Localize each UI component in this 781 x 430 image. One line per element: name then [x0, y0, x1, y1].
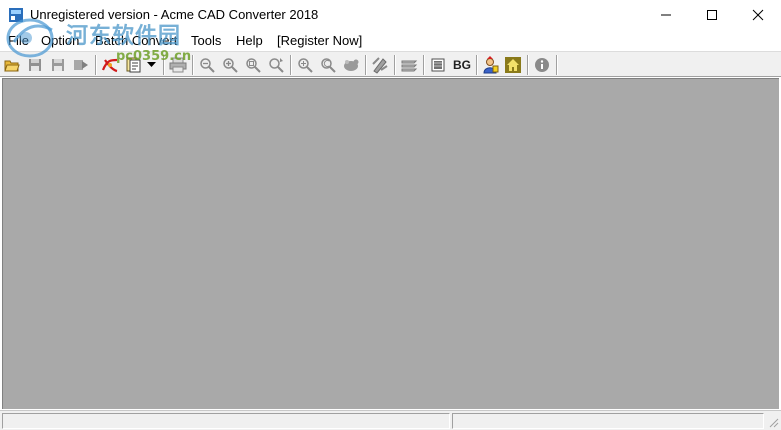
- batch-convert-dropdown[interactable]: [144, 55, 158, 75]
- close-icon: [752, 9, 764, 21]
- title-bar: Unregistered version - Acme CAD Converte…: [0, 0, 781, 30]
- pan-icon: [344, 59, 359, 71]
- toolbar-separator: [95, 55, 97, 75]
- save-as-button[interactable]: [48, 55, 68, 75]
- dropdown-arrow-icon: [146, 62, 156, 67]
- home-icon: [505, 57, 521, 73]
- pdf-convert-button[interactable]: [100, 55, 120, 75]
- zoom-previous-icon: [321, 58, 336, 73]
- home-button[interactable]: [503, 55, 523, 75]
- background-icon: BG: [453, 58, 471, 72]
- app-icon[interactable]: [8, 7, 24, 23]
- print-button[interactable]: [168, 55, 188, 75]
- save-button[interactable]: [25, 55, 45, 75]
- zoom-in-button[interactable]: [220, 55, 240, 75]
- close-button[interactable]: [735, 0, 781, 30]
- menu-file[interactable]: File: [8, 33, 29, 48]
- pen-button[interactable]: [370, 55, 390, 75]
- menu-bar: File Option Batch Convert Tools Help [Re…: [0, 30, 781, 51]
- open-button[interactable]: [2, 55, 22, 75]
- layers-button[interactable]: [399, 55, 419, 75]
- toolbar-separator: [476, 55, 478, 75]
- save-as-icon: [52, 59, 64, 71]
- zoom-realtime-button[interactable]: [266, 55, 286, 75]
- toolbar-separator: [527, 55, 529, 75]
- zoom-all-icon: [298, 58, 313, 73]
- toolbar-separator: [163, 55, 165, 75]
- export-icon: [74, 60, 88, 70]
- zoom-window-icon: [246, 58, 261, 73]
- toolbar-separator: [192, 55, 194, 75]
- maximize-button[interactable]: [689, 0, 735, 30]
- menu-help[interactable]: Help: [236, 33, 263, 48]
- zoom-realtime-icon: [269, 58, 284, 73]
- toolbar-separator: [556, 55, 558, 75]
- zoom-all-button[interactable]: [295, 55, 315, 75]
- batch-convert-button[interactable]: [123, 55, 143, 75]
- about-icon: [535, 58, 549, 72]
- pdf-convert-icon: [101, 58, 118, 73]
- toolbar: BG: [0, 51, 781, 77]
- pen-icon: [372, 57, 388, 74]
- zoom-window-button[interactable]: [243, 55, 263, 75]
- pan-button[interactable]: [341, 55, 361, 75]
- wizard-icon: [483, 56, 499, 74]
- export-button[interactable]: [71, 55, 91, 75]
- zoom-out-icon: [200, 58, 215, 73]
- menu-batch-convert[interactable]: Batch Convert: [95, 33, 177, 48]
- status-bar: [0, 410, 781, 430]
- menu-register-now[interactable]: [Register Now]: [277, 33, 362, 48]
- window-title: Unregistered version - Acme CAD Converte…: [30, 7, 319, 22]
- drawing-canvas[interactable]: [2, 78, 779, 409]
- zoom-out-button[interactable]: [197, 55, 217, 75]
- toolbar-separator: [365, 55, 367, 75]
- about-button[interactable]: [532, 55, 552, 75]
- wizard-button[interactable]: [480, 55, 500, 75]
- status-pane-secondary: [452, 413, 764, 429]
- toolbar-separator: [290, 55, 292, 75]
- minimize-button[interactable]: [643, 0, 689, 30]
- resize-grip-icon[interactable]: [767, 416, 779, 428]
- layers-icon: [401, 60, 418, 72]
- menu-tools[interactable]: Tools: [191, 33, 221, 48]
- toolbar-separator: [423, 55, 425, 75]
- minimize-icon: [661, 14, 671, 16]
- open-icon: [4, 60, 20, 72]
- save-icon: [29, 59, 41, 71]
- background-button[interactable]: BG: [451, 55, 473, 75]
- black-white-button[interactable]: [428, 55, 448, 75]
- toolbar-separator: [394, 55, 396, 75]
- zoom-previous-button[interactable]: [318, 55, 338, 75]
- zoom-in-icon: [223, 58, 238, 73]
- black-white-icon: [431, 58, 445, 72]
- maximize-icon: [707, 10, 717, 20]
- status-pane-main: [2, 413, 450, 429]
- menu-option[interactable]: Option: [41, 33, 79, 48]
- print-icon: [169, 57, 187, 73]
- batch-convert-icon: [126, 57, 141, 73]
